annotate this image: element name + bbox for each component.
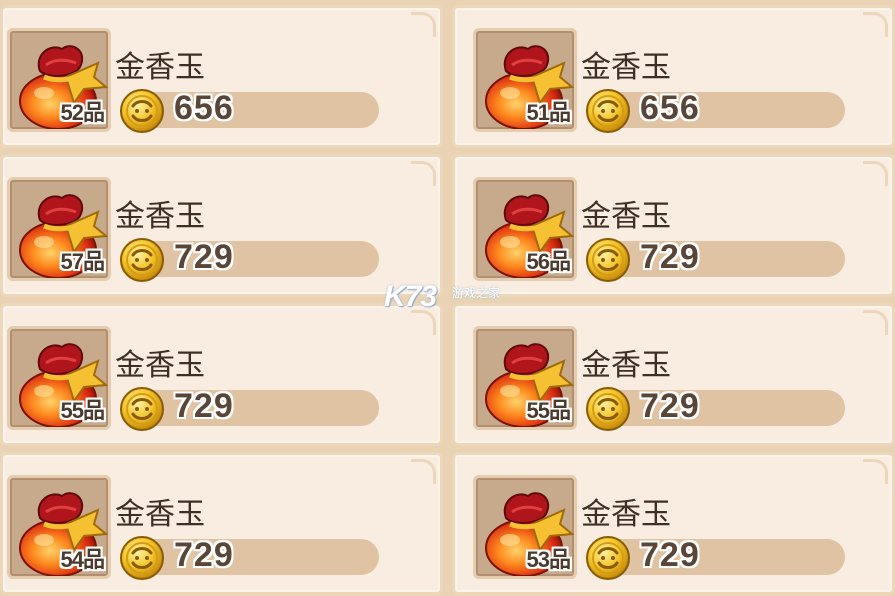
item-grade: 57品 xyxy=(60,249,105,274)
item-grade: 56品 xyxy=(526,249,571,274)
item-price: 729 xyxy=(640,387,700,425)
item-name: 金香玉 xyxy=(581,50,671,85)
shop-item-card[interactable]: 53品 金香玉 729 xyxy=(452,452,895,595)
shop-item-card[interactable]: 51品 金香玉 656 xyxy=(452,5,895,148)
item-slot: 51品 xyxy=(473,28,577,132)
gold-coin-icon xyxy=(119,88,165,134)
item-price: 729 xyxy=(640,536,700,574)
gold-coin-icon xyxy=(585,386,631,432)
shop-item-card[interactable]: 55品 金香玉 729 xyxy=(452,303,895,446)
item-slot: 56品 xyxy=(473,177,577,281)
item-grade: 54品 xyxy=(60,547,105,572)
item-slot: 57品 xyxy=(7,177,111,281)
item-grade: 55品 xyxy=(60,398,105,423)
gold-coin-icon xyxy=(585,88,631,134)
item-price: 729 xyxy=(174,536,234,574)
item-slot: 52品 xyxy=(7,28,111,132)
item-price: 656 xyxy=(640,89,700,127)
item-grade: 55品 xyxy=(526,398,571,423)
item-grade: 53品 xyxy=(526,547,571,572)
item-price: 729 xyxy=(174,238,234,276)
shop-grid: 52品 金香玉 656 51品 金香玉 656 57品 金香玉 729 56品 … xyxy=(0,0,895,596)
shop-item-card[interactable]: 57品 金香玉 729 xyxy=(0,154,443,297)
item-slot: 55品 xyxy=(7,326,111,430)
item-name: 金香玉 xyxy=(581,199,671,234)
gold-coin-icon xyxy=(585,237,631,283)
item-name: 金香玉 xyxy=(115,199,205,234)
item-price: 656 xyxy=(174,89,234,127)
item-slot: 54品 xyxy=(7,475,111,579)
item-name: 金香玉 xyxy=(115,497,205,532)
item-name: 金香玉 xyxy=(581,497,671,532)
item-slot: 53品 xyxy=(473,475,577,579)
shop-item-card[interactable]: 55品 金香玉 729 xyxy=(0,303,443,446)
shop-item-card[interactable]: 56品 金香玉 729 xyxy=(452,154,895,297)
gold-coin-icon xyxy=(119,237,165,283)
item-price: 729 xyxy=(174,387,234,425)
item-grade: 51品 xyxy=(526,100,571,125)
item-name: 金香玉 xyxy=(115,348,205,383)
item-price: 729 xyxy=(640,238,700,276)
item-name: 金香玉 xyxy=(115,50,205,85)
gold-coin-icon xyxy=(119,535,165,581)
item-grade: 52品 xyxy=(60,100,105,125)
item-name: 金香玉 xyxy=(581,348,671,383)
shop-item-card[interactable]: 54品 金香玉 729 xyxy=(0,452,443,595)
gold-coin-icon xyxy=(119,386,165,432)
gold-coin-icon xyxy=(585,535,631,581)
item-slot: 55品 xyxy=(473,326,577,430)
shop-item-card[interactable]: 52品 金香玉 656 xyxy=(0,5,443,148)
